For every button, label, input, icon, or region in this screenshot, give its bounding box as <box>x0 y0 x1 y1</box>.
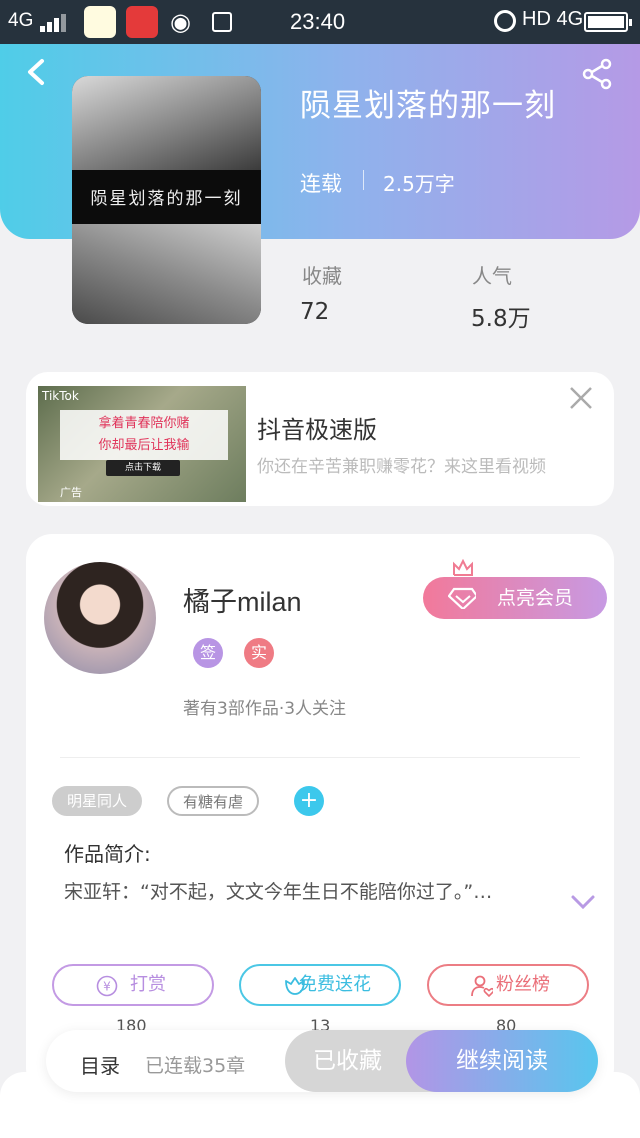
fan-ranking-button[interactable]: 粉丝榜 <box>427 964 589 1006</box>
yen-coin-icon: ¥ <box>96 975 118 997</box>
author-avatar[interactable] <box>44 562 156 674</box>
user-heart-icon <box>471 975 493 997</box>
popularity-count: 5.8万 <box>471 306 531 332</box>
popularity-label: 人气 <box>472 264 512 288</box>
ad-title[interactable]: 抖音极速版 <box>257 410 377 445</box>
crown-icon <box>453 559 473 576</box>
favorites-label: 收藏 <box>302 264 342 288</box>
back-arrow-icon[interactable] <box>24 58 48 86</box>
alarm-icon <box>494 10 516 32</box>
tag-sweet-angst[interactable]: 有糖有虐 <box>167 786 260 816</box>
signed-badge: 签 <box>193 638 223 668</box>
intro-heading: 作品简介: <box>64 842 151 866</box>
tip-button[interactable]: ¥ 打赏 <box>52 964 214 1006</box>
share-icon[interactable] <box>582 58 614 90</box>
network-label: 4G <box>8 10 34 31</box>
favorites-count: 72 <box>300 299 330 325</box>
diamond-icon <box>448 587 476 609</box>
chevron-down-icon[interactable] <box>570 892 596 912</box>
ad-label: 广告 <box>60 486 82 499</box>
book-cover[interactable]: 陨星划落的那一刻 <box>72 76 261 324</box>
cover-title: 陨星划落的那一刻 <box>90 189 243 209</box>
ad-image[interactable]: TikTok 拿着青春陪你赌 你却最后让我输 点击下载 广告 <box>38 386 246 502</box>
book-title: 陨星划落的那一刻 <box>300 88 556 124</box>
add-tag-button[interactable]: + <box>294 786 324 816</box>
toc-button[interactable]: 目录 <box>80 1050 120 1079</box>
verified-badge: 实 <box>244 638 274 668</box>
network-right-label: HD 4G <box>522 8 584 30</box>
continue-reading-button[interactable]: 继续阅读 <box>406 1030 598 1092</box>
ad-banner: 拿着青春陪你赌 你却最后让我输 <box>60 410 228 460</box>
chapter-count[interactable]: 已连载35章 <box>145 1051 245 1078</box>
tiktok-logo: TikTok <box>42 389 79 403</box>
app-s-icon <box>212 12 232 32</box>
intro-text[interactable]: 宋亚轩：“对不起，文文今年生日不能陪你过了。”… <box>64 880 514 905</box>
battery-icon <box>584 12 632 32</box>
serial-status: 连载 <box>300 172 342 196</box>
ad-description[interactable]: 你还在辛苦兼职赚零花？来这里看视频 <box>257 452 602 477</box>
word-count: 2.5万字 <box>383 172 455 196</box>
section-divider <box>60 757 580 758</box>
author-meta: 著有3部作品·3人关注 <box>183 699 347 719</box>
app-notification-icon <box>126 6 158 38</box>
flower-icon <box>285 977 305 995</box>
tag-star-fanfic[interactable]: 明星同人 <box>52 786 143 816</box>
clock-time: 23:40 <box>290 9 346 34</box>
divider <box>363 170 364 190</box>
ad-download-button[interactable]: 点击下载 <box>106 460 180 476</box>
svg-text:¥: ¥ <box>103 980 111 994</box>
status-bar: 4G ◉ 23:40 HD 4G <box>0 0 640 44</box>
author-name[interactable]: 橘子milan <box>183 580 302 619</box>
app-notification-icon <box>84 6 116 38</box>
close-icon[interactable] <box>569 386 593 410</box>
send-flower-button[interactable]: 免费送花 <box>239 964 401 1006</box>
wechat-icon: ◉ <box>170 8 191 36</box>
signal-icon <box>40 14 66 32</box>
